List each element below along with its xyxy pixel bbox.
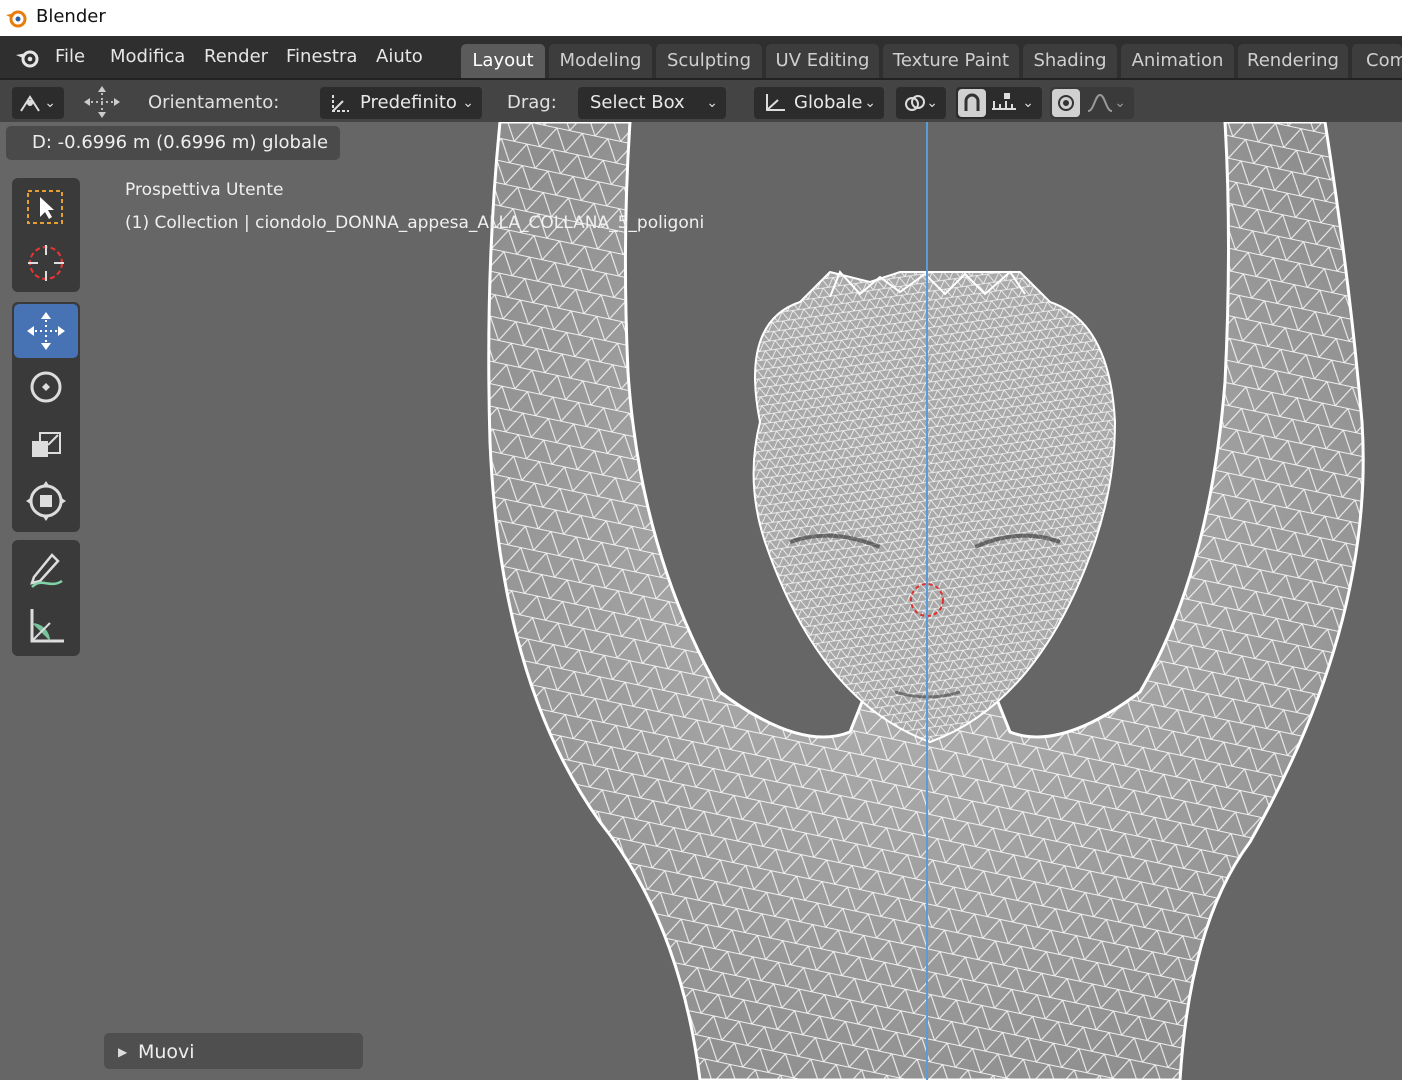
operator-redo-panel[interactable]: ▶ Muovi — [103, 1032, 364, 1070]
tool-mode-dropdown[interactable]: ⌄ — [12, 87, 64, 119]
rotate-icon — [30, 371, 62, 403]
chevron-down-icon: ⌄ — [1022, 95, 1034, 111]
chevron-down-icon: ⌄ — [706, 95, 718, 111]
tab-texture-paint[interactable]: Texture Paint — [883, 44, 1019, 78]
falloff-curve-icon — [1087, 93, 1113, 112]
select-box-icon — [27, 190, 63, 224]
toolbar-group-annotate — [12, 540, 80, 656]
tool-measure[interactable] — [14, 598, 78, 652]
menu-render[interactable]: Render — [204, 46, 268, 67]
tool-annotate[interactable] — [14, 542, 78, 596]
toolbar-group-select — [12, 178, 80, 292]
annotate-pencil-icon — [30, 553, 63, 588]
tool-cursor[interactable] — [14, 236, 78, 290]
snapping-group[interactable]: ⌄ — [956, 87, 1042, 119]
proportional-toggle[interactable] — [1052, 89, 1080, 117]
tab-compositing[interactable]: Com — [1352, 44, 1402, 78]
cursor-icon — [28, 245, 64, 281]
tool-settings-header: ⌄ Orientamento: Predefinito ⌄ Drag: Sele… — [0, 78, 1402, 124]
snap-toggle[interactable] — [958, 89, 986, 117]
tab-sculpting[interactable]: Sculpting — [656, 44, 762, 78]
proportional-circle-icon — [1058, 95, 1074, 111]
3d-viewport[interactable]: D: -0.6996 m (0.6996 m) globale Prospett… — [0, 122, 1402, 1080]
menu-aiuto[interactable]: Aiuto — [376, 46, 423, 67]
transform-value: Globale — [794, 92, 863, 113]
chevron-down-icon: ⌄ — [462, 95, 474, 111]
tab-layout[interactable]: Layout — [461, 44, 545, 78]
tab-rendering[interactable]: Rendering — [1238, 44, 1348, 78]
wireframe-mesh — [487, 122, 1365, 1080]
drag-value: Select Box — [590, 92, 685, 113]
window-title: Blender — [36, 6, 106, 27]
tool-move[interactable] — [14, 304, 78, 358]
tab-shading[interactable]: Shading — [1023, 44, 1117, 78]
expand-triangle-icon: ▶ — [118, 1045, 128, 1059]
tab-modeling[interactable]: Modeling — [549, 44, 652, 78]
transform-orientation-dropdown[interactable]: Globale ⌄ — [754, 87, 884, 119]
operator-panel-label: Muovi — [138, 1041, 195, 1063]
proportional-editing-group[interactable]: ⌄ — [1050, 87, 1134, 119]
chevron-down-icon: ⌄ — [926, 95, 938, 111]
transform-mode-icon — [20, 95, 40, 112]
chevron-down-icon: ⌄ — [1114, 95, 1126, 111]
chevron-down-icon: ⌄ — [864, 95, 876, 111]
axes-icon — [766, 94, 785, 111]
chevron-down-icon: ⌄ — [44, 95, 56, 111]
drag-label: Drag: — [507, 92, 557, 113]
scale-icon — [32, 432, 61, 457]
blender-logo-icon — [6, 10, 27, 28]
menu-finestra[interactable]: Finestra — [286, 46, 357, 67]
view-name: Prospettiva Utente — [125, 180, 284, 200]
menu-file[interactable]: File — [55, 46, 85, 67]
transform-icon — [26, 481, 66, 521]
head-mesh — [752, 270, 1117, 744]
operator-status: D: -0.6996 m (0.6996 m) globale — [6, 126, 340, 160]
snap-increment-icon — [992, 93, 1016, 110]
tab-animation[interactable]: Animation — [1121, 44, 1234, 78]
pivot-point-dropdown[interactable]: ⌄ — [896, 87, 946, 119]
blender-menu-icon[interactable] — [14, 46, 42, 70]
drag-dropdown[interactable]: Select Box ⌄ — [578, 87, 726, 119]
tool-select-box[interactable] — [14, 180, 78, 234]
collection-info: (1) Collection | ciondolo_DONNA_appesa_A… — [125, 213, 705, 233]
orientation-icon — [332, 95, 349, 112]
toolbar-group-transform — [12, 302, 80, 532]
measure-ruler-icon — [30, 609, 64, 643]
menu-modifica[interactable]: Modifica — [110, 46, 185, 67]
pivot-icon — [905, 95, 925, 111]
move-icon — [27, 312, 65, 350]
tab-uv-editing[interactable]: UV Editing — [766, 44, 879, 78]
tool-rotate[interactable] — [14, 360, 78, 414]
tool-transform[interactable] — [14, 474, 78, 528]
move-gizmo-icon — [84, 86, 120, 118]
orientation-value: Predefinito — [360, 92, 457, 113]
top-menu-bar: File Modifica Render Finestra Aiuto Layo… — [0, 36, 1402, 78]
magnet-icon — [964, 93, 980, 111]
orientation-dropdown[interactable]: Predefinito ⌄ — [320, 87, 482, 119]
axis-line-z — [926, 122, 928, 1080]
orientation-label: Orientamento: — [148, 92, 280, 113]
tool-scale[interactable] — [14, 418, 78, 472]
window-titlebar: Blender — [0, 0, 1402, 37]
